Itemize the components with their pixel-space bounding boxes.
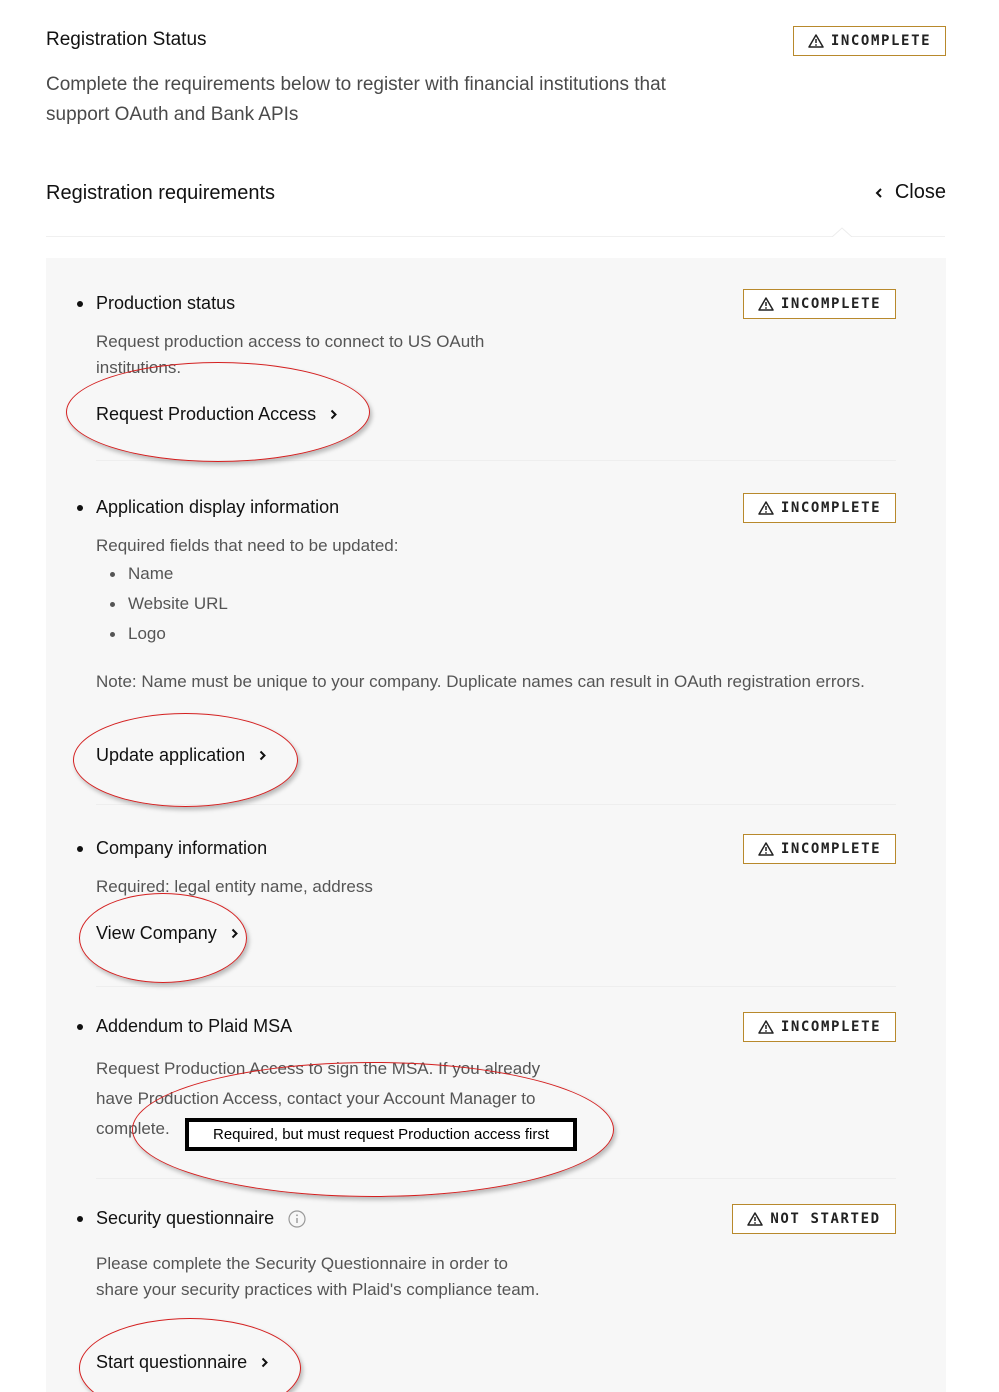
list-bullet [77,846,83,852]
warning-icon [758,842,774,856]
requirements-title: Registration requirements [46,182,275,204]
panel-pointer [832,227,852,237]
info-icon[interactable] [288,1209,306,1228]
application-display-note: Note: Name must be unique to your compan… [96,672,865,691]
registration-status-badge: INCOMPLETE [793,26,946,56]
item-title-application-display: Application display information [96,497,340,517]
item-title-security-questionnaire: Security questionnaire [96,1208,306,1229]
chevron-left-icon [875,187,882,198]
status-badge-label: INCOMPLETE [780,296,882,312]
close-button[interactable]: Close [875,181,946,204]
status-badge-label: INCOMPLETE [780,1019,882,1035]
required-fields-list: Name Website URL Logo [110,559,228,649]
list-bullet [77,1024,83,1030]
annotation-ellipse [66,362,370,462]
header-divider [46,236,945,237]
warning-icon [758,501,774,515]
list-item: Website URL [110,589,228,619]
plaid-msa-badge: INCOMPLETE [743,1012,896,1042]
registration-description: Complete the requirements below to regis… [46,74,666,125]
registration-status-title: Registration Status [46,29,207,50]
list-bullet [110,601,115,607]
status-badge-label: INCOMPLETE [780,500,882,516]
list-bullet [110,631,115,637]
item-separator [96,986,896,987]
security-questionnaire-badge: NOT STARTED [732,1204,896,1234]
warning-icon [758,1020,774,1034]
production-status-badge: INCOMPLETE [743,289,896,319]
application-display-description: Required fields that need to be updated: [96,536,399,555]
registration-page: Registration Status INCOMPLETE Complete … [0,0,999,1392]
list-bullet [77,505,83,511]
list-item: Logo [110,619,228,649]
warning-icon [808,34,824,48]
annotation-label: Required, but must request Production ac… [185,1118,577,1151]
item-title-company-information: Company information [96,838,268,858]
company-information-badge: INCOMPLETE [743,834,896,864]
item-title-plaid-msa: Addendum to Plaid MSA [96,1016,293,1036]
security-questionnaire-description: Please complete the Security Questionnai… [96,1254,540,1299]
list-bullet [77,1216,83,1222]
status-badge-label: INCOMPLETE [780,841,882,857]
close-label: Close [894,181,946,203]
warning-icon [758,297,774,311]
application-display-badge: INCOMPLETE [743,493,896,523]
annotation-ellipse [73,713,298,807]
list-bullet [77,301,83,307]
list-item: Name [110,559,228,589]
status-badge-label: NOT STARTED [770,1211,881,1227]
list-bullet [110,571,115,577]
item-title-production-status: Production status [96,293,236,313]
status-badge-label: INCOMPLETE [830,33,932,49]
annotation-ellipse [79,893,247,983]
warning-icon [747,1212,764,1226]
